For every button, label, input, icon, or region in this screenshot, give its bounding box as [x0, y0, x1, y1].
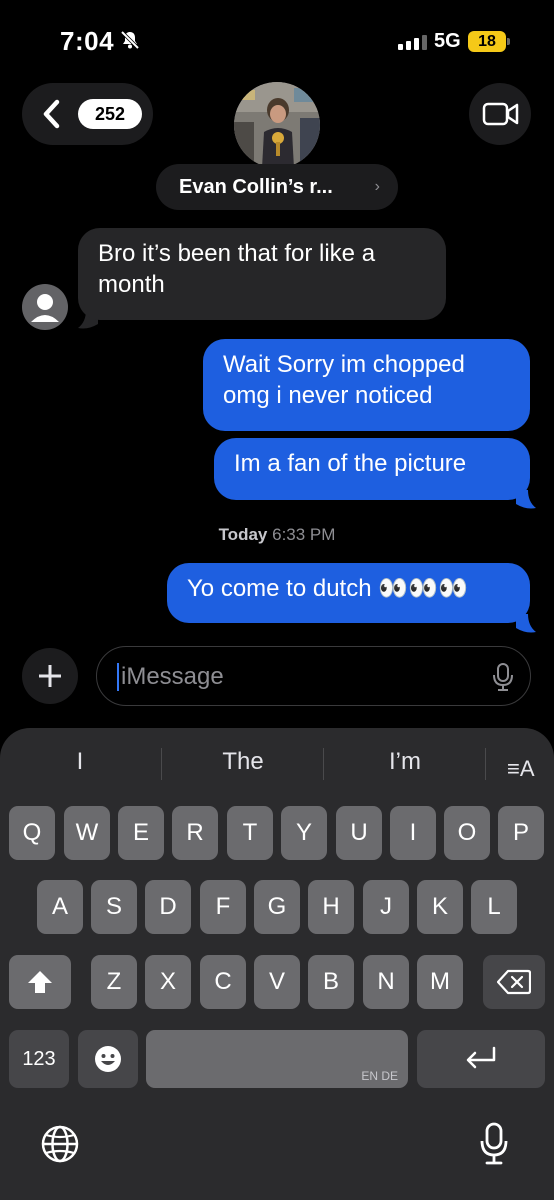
- prediction-item[interactable]: I: [20, 748, 140, 776]
- battery-icon: 18: [468, 31, 506, 52]
- plus-button[interactable]: [22, 648, 78, 704]
- key-c[interactable]: C: [200, 955, 246, 1009]
- contact-photo: [234, 82, 320, 168]
- globe-icon[interactable]: [40, 1124, 80, 1164]
- return-icon: [466, 1046, 496, 1069]
- message-timestamp: Today 6:33 PM: [0, 525, 554, 545]
- person-icon: [31, 294, 59, 322]
- prediction-item[interactable]: I’m: [345, 748, 465, 776]
- bell-slash-icon: [120, 30, 140, 50]
- battery-tip: [507, 38, 510, 45]
- emoji-key[interactable]: [78, 1030, 138, 1088]
- key-h[interactable]: H: [308, 880, 354, 934]
- contact-avatar[interactable]: [234, 82, 320, 168]
- video-camera-icon: [482, 102, 519, 126]
- key-b[interactable]: B: [308, 955, 354, 1009]
- delete-key[interactable]: [483, 955, 545, 1009]
- message-input-placeholder: iMessage: [121, 663, 224, 690]
- key-i[interactable]: I: [390, 806, 436, 860]
- microphone-icon[interactable]: [480, 1122, 508, 1166]
- chevron-right-icon: ›: [374, 178, 380, 195]
- status-time: 7:04: [60, 26, 115, 56]
- key-r[interactable]: R: [172, 806, 218, 860]
- sender-avatar[interactable]: [22, 284, 68, 330]
- delete-icon: [496, 969, 532, 995]
- message-line: Bro it’s been that for like a: [98, 240, 376, 267]
- key-y[interactable]: Y: [281, 806, 327, 860]
- prediction-divider: [161, 748, 162, 780]
- return-key[interactable]: [417, 1030, 545, 1088]
- contact-name: Evan Collin’s r...: [179, 175, 333, 198]
- message-line: Im a fan of the picture: [234, 450, 467, 477]
- predictive-bar: I The I’m ≡A: [0, 728, 554, 800]
- status-bar: 7:04 5G 18: [0, 0, 554, 80]
- text-format-icon[interactable]: ≡A: [507, 756, 535, 782]
- numbers-key[interactable]: 123: [9, 1030, 69, 1088]
- key-p[interactable]: P: [498, 806, 544, 860]
- key-a[interactable]: A: [37, 880, 83, 934]
- message-line: omg i never noticed: [223, 382, 433, 409]
- key-m[interactable]: M: [417, 955, 463, 1009]
- message-bubble-incoming[interactable]: Bro it’s been that for like a month: [78, 228, 446, 320]
- space-language-label: EN DE: [361, 1069, 398, 1083]
- shift-icon: [28, 971, 52, 993]
- space-key[interactable]: EN DE: [146, 1030, 408, 1088]
- timestamp-day: Today: [218, 525, 268, 544]
- key-t[interactable]: T: [227, 806, 273, 860]
- key-x[interactable]: X: [145, 955, 191, 1009]
- text-cursor: [117, 663, 119, 691]
- message-line: month: [98, 271, 165, 298]
- prediction-divider: [323, 748, 324, 780]
- key-z[interactable]: Z: [91, 955, 137, 1009]
- key-q[interactable]: Q: [9, 806, 55, 860]
- shift-key[interactable]: [9, 955, 71, 1009]
- key-l[interactable]: L: [471, 880, 517, 934]
- key-g[interactable]: G: [254, 880, 300, 934]
- message-line: Wait Sorry im chopped: [223, 351, 465, 378]
- contact-name-pill[interactable]: Evan Collin’s r... ›: [156, 164, 398, 210]
- key-k[interactable]: K: [417, 880, 463, 934]
- message-bubble-outgoing[interactable]: Yo come to dutch 👀👀👀: [167, 563, 530, 623]
- prediction-divider: [485, 748, 486, 780]
- network-type: 5G: [434, 30, 461, 52]
- prediction-item[interactable]: The: [183, 748, 303, 776]
- back-button[interactable]: 252: [22, 83, 153, 145]
- unread-count-badge: 252: [78, 99, 142, 129]
- key-e[interactable]: E: [118, 806, 164, 860]
- message-input[interactable]: iMessage: [96, 646, 531, 706]
- timestamp-time: 6:33 PM: [272, 525, 336, 544]
- message-line: Yo come to dutch 👀👀👀: [187, 575, 468, 602]
- video-call-button[interactable]: [469, 83, 531, 145]
- microphone-icon[interactable]: [492, 662, 514, 692]
- key-f[interactable]: F: [200, 880, 246, 934]
- emoji-icon: [95, 1046, 121, 1072]
- signal-icon: [398, 34, 427, 50]
- key-v[interactable]: V: [254, 955, 300, 1009]
- key-j[interactable]: J: [363, 880, 409, 934]
- key-w[interactable]: W: [64, 806, 110, 860]
- key-n[interactable]: N: [363, 955, 409, 1009]
- key-s[interactable]: S: [91, 880, 137, 934]
- message-bubble-outgoing[interactable]: Wait Sorry im chopped omg i never notice…: [203, 339, 530, 431]
- key-o[interactable]: O: [444, 806, 490, 860]
- back-chevron-icon: [43, 99, 60, 129]
- key-d[interactable]: D: [145, 880, 191, 934]
- key-u[interactable]: U: [336, 806, 382, 860]
- message-bubble-outgoing[interactable]: Im a fan of the picture: [214, 438, 530, 500]
